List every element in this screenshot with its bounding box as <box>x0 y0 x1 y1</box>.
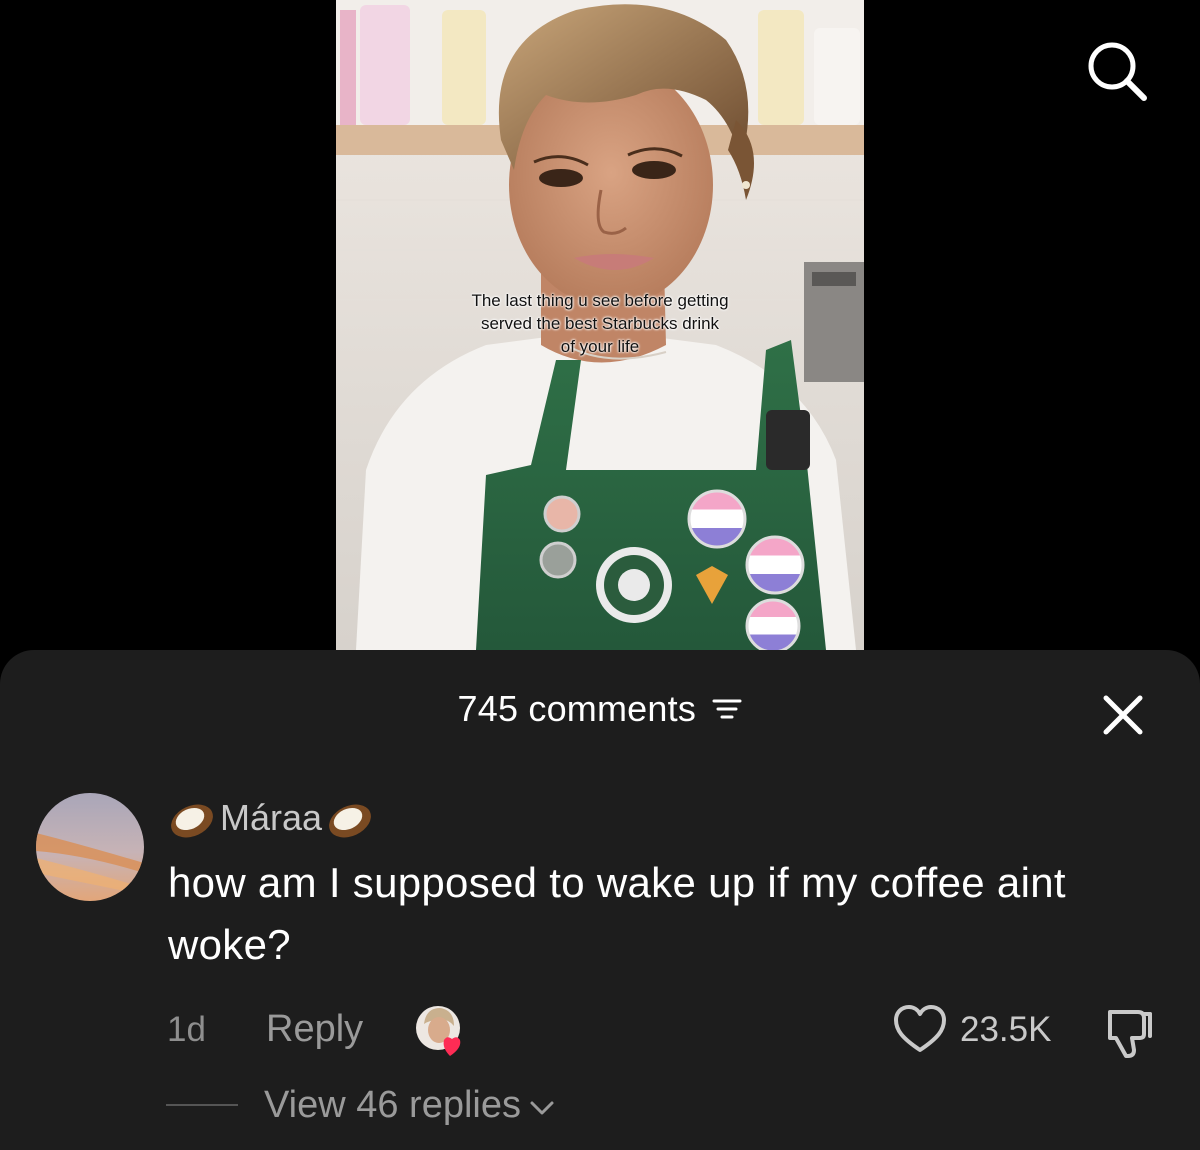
chevron-down-icon <box>530 1101 554 1115</box>
like-count: 23.5K <box>960 1010 1052 1049</box>
avatar-image <box>36 793 144 901</box>
dislike-button[interactable] <box>1100 1004 1156 1060</box>
comments-count: 745 comments <box>457 688 697 729</box>
view-replies-button[interactable]: View 46 replies <box>264 1084 521 1127</box>
comment-timestamp: 1d <box>167 1010 206 1049</box>
sort-icon[interactable] <box>712 696 742 722</box>
close-icon <box>1103 695 1143 735</box>
app-screen: The last thing u see before getting serv… <box>0 0 1200 1150</box>
comment-actions: 1d Reply 23.5K <box>0 1002 1200 1058</box>
avatar[interactable] <box>36 793 144 901</box>
view-replies-row[interactable]: View 46 replies <box>166 1080 555 1130</box>
reply-button[interactable]: Reply <box>266 1008 363 1051</box>
creator-liked-badge <box>414 1004 474 1060</box>
search-icon <box>1088 42 1147 101</box>
replies-divider <box>166 1104 238 1106</box>
like-button[interactable] <box>892 1004 948 1056</box>
video-player[interactable]: The last thing u see before getting serv… <box>336 0 864 650</box>
heart-outline-icon <box>894 1005 946 1052</box>
comment-text: how am I supposed to wake up if my coffe… <box>168 859 1066 968</box>
username: Máraa <box>220 797 323 838</box>
comments-header: 745 comments <box>0 688 1200 736</box>
close-button[interactable] <box>1100 692 1146 738</box>
coconut-emoji-icon <box>171 804 213 838</box>
creator-liked-avatar-icon <box>416 1006 461 1056</box>
search-button[interactable] <box>1082 36 1152 106</box>
thumbs-down-icon <box>1108 1010 1152 1058</box>
comment-author[interactable]: Máraa <box>168 795 374 841</box>
video-caption: The last thing u see before getting serv… <box>471 291 729 356</box>
coconut-emoji-icon <box>329 804 371 838</box>
